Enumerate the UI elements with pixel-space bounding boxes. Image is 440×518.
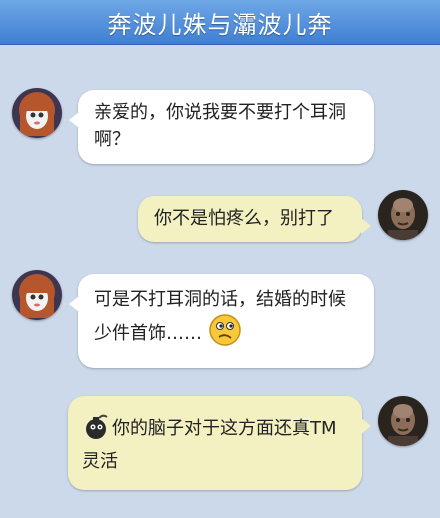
message-text-1: 亲爱的，你说我要不要打个耳洞啊？: [94, 102, 346, 150]
monk-avatar[interactable]: [378, 396, 428, 446]
chat-header: 奔波儿姝与灞波儿奔: [0, 0, 440, 45]
bomb-icon: [82, 414, 110, 448]
message-bubble-1[interactable]: 亲爱的，你说我要不要打个耳洞啊？: [69, 90, 374, 164]
girl-avatar[interactable]: [12, 88, 62, 138]
message-bubble-3[interactable]: 可是不打耳洞的话，结婚的时候少件首饰……: [69, 274, 374, 368]
chat-title: 奔波儿姝与灞波儿奔: [107, 10, 333, 39]
message-bubble-4[interactable]: 你的脑子对于这方面还真TM灵活: [68, 396, 371, 490]
monk-avatar[interactable]: [378, 190, 428, 240]
thinking-face-icon: [208, 313, 242, 355]
message-text-4: 你的脑子对于这方面还真TM灵活: [82, 418, 337, 472]
message-text-2: 你不是怕疼么，别打了: [154, 208, 334, 229]
message-bubble-2[interactable]: 你不是怕疼么，别打了: [138, 196, 371, 242]
girl-avatar[interactable]: [12, 270, 62, 320]
